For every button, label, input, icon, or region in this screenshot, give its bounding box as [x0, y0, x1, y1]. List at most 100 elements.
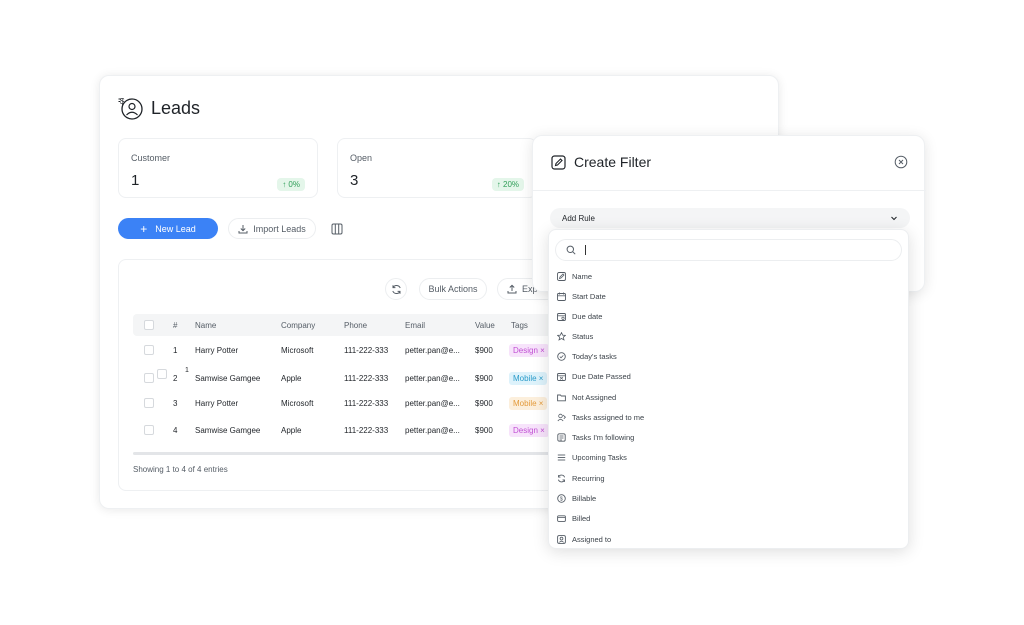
menu-item-tasks-following[interactable]: Tasks I'm following [557, 430, 634, 444]
menu-item-due-date[interactable]: Due date [557, 309, 602, 323]
row-name: Samwise Gamgee [195, 374, 261, 383]
calendar-passed-icon [557, 372, 566, 381]
table-header: # Name Company Phone Email Value Tags [133, 314, 553, 336]
menu-item-billed[interactable]: Billed [557, 511, 590, 525]
column-header: # [173, 321, 178, 330]
row-number: 4 [173, 426, 178, 435]
row-name: Harry Potter [195, 399, 239, 408]
menu-item-label: Due date [572, 311, 603, 321]
tag-badge[interactable]: Design × [509, 344, 549, 357]
filter-title: Create Filter [574, 154, 652, 170]
tag-badge[interactable]: Design × [509, 424, 549, 437]
stat-value: 1 [131, 172, 140, 189]
row-checkbox[interactable] [144, 425, 154, 435]
stat-change-badge: ↑ 20% [491, 178, 524, 191]
menu-item-label: Tasks assigned to me [572, 412, 645, 422]
text-caret [585, 245, 586, 255]
user-tag-icon [557, 413, 566, 421]
chevron-down-icon [891, 216, 897, 221]
dollar-icon: $ [557, 493, 566, 503]
menu-item-assigned-to[interactable]: Assigned to [557, 532, 611, 546]
calendar-due-icon [557, 312, 566, 321]
row-phone: 111-222-333 [344, 374, 389, 383]
column-header: Phone [344, 321, 368, 330]
stat-card-open[interactable]: Open 3 ↑ 20% [337, 138, 537, 198]
row-email: petter.pan@e... [405, 426, 460, 435]
column-header: Company [281, 321, 316, 330]
filter-header: Create Filter [551, 154, 651, 170]
menu-item-label: Recurring [572, 473, 605, 483]
row-phone: 111-222-333 [344, 346, 389, 355]
tag-badge[interactable]: Mobile × [509, 397, 548, 410]
menu-item-upcoming-tasks[interactable]: Upcoming Tasks [557, 450, 627, 464]
table-row[interactable]: 1 2 Samwise Gamgee Apple 111-222-333 pet… [133, 366, 553, 390]
search-icon [566, 245, 576, 255]
menu-item-tasks-assigned-to-me[interactable]: Tasks assigned to me [557, 410, 644, 424]
stat-label: Customer [131, 153, 171, 163]
import-leads-button[interactable]: Import Leads [228, 218, 316, 239]
rule-search-box[interactable] [555, 239, 902, 261]
row-email: petter.pan@e... [405, 399, 460, 408]
stat-value: 3 [350, 172, 359, 189]
row-name: Harry Potter [195, 346, 239, 355]
import-leads-label: Import Leads [253, 223, 306, 234]
menu-item-status[interactable]: Status [557, 329, 593, 343]
row-phone: 111-222-333 [344, 426, 389, 435]
add-rule-select[interactable]: Add Rule [550, 208, 910, 228]
menu-item-due-date-passed[interactable]: Due Date Passed [557, 369, 631, 383]
row-company: Microsoft [281, 399, 314, 408]
pagination-summary: Showing 1 to 4 of 4 entries [133, 465, 228, 474]
billed-icon [557, 514, 566, 522]
calendar-icon [557, 292, 566, 301]
table-row[interactable]: 1 Harry Potter Microsoft 111-222-333 pet… [133, 339, 553, 363]
row-name: Samwise Gamgee [195, 426, 261, 435]
menu-item-label: Upcoming Tasks [572, 452, 627, 462]
row-company: Apple [281, 374, 302, 383]
leads-header: $ Leads [118, 95, 200, 121]
menu-item-start-date[interactable]: Start Date [557, 289, 606, 303]
svg-text:$: $ [560, 496, 563, 502]
horizontal-scrollbar[interactable] [133, 452, 553, 455]
column-header: Tags [511, 321, 528, 330]
menu-item-label: Tasks I'm following [572, 432, 635, 442]
row-value: $900 [475, 346, 493, 355]
menu-item-label: Not Assigned [572, 392, 617, 402]
bulk-actions-button[interactable]: Bulk Actions [419, 278, 487, 300]
menu-item-label: Start Date [572, 291, 606, 301]
close-icon[interactable] [894, 155, 908, 169]
upload-icon [507, 284, 517, 294]
table-row[interactable]: 4 Samwise Gamgee Apple 111-222-333 pette… [133, 419, 553, 443]
row-company: Apple [281, 426, 302, 435]
stat-change-badge: ↑ 0% [277, 178, 305, 191]
menu-item-not-assigned[interactable]: Not Assigned [557, 390, 616, 404]
drag-checkbox[interactable] [157, 369, 167, 379]
select-all-checkbox[interactable] [144, 320, 154, 330]
refresh-button[interactable] [385, 278, 407, 300]
menu-item-billable[interactable]: $ Billable [557, 491, 596, 505]
rule-search-input[interactable] [595, 245, 895, 255]
menu-item-label: Billed [572, 513, 591, 523]
column-header: Name [195, 321, 217, 330]
menu-item-todays-tasks[interactable]: Today's tasks [557, 349, 617, 363]
kanban-icon [331, 223, 343, 235]
menu-item-label: Assigned to [572, 534, 612, 544]
row-checkbox[interactable] [144, 373, 154, 383]
row-checkbox[interactable] [144, 398, 154, 408]
row-number: 1 [173, 346, 178, 355]
plus-icon: + [140, 221, 148, 236]
row-checkbox[interactable] [144, 345, 154, 355]
today-icon [557, 351, 566, 361]
row-number: 2 [173, 374, 178, 383]
table-row[interactable]: 3 Harry Potter Microsoft 111-222-333 pet… [133, 392, 553, 416]
row-phone: 111-222-333 [344, 399, 389, 408]
kanban-view-button[interactable] [328, 220, 346, 238]
tag-badge[interactable]: Mobile × [509, 372, 548, 385]
add-rule-label: Add Rule [562, 213, 595, 223]
new-lead-button[interactable]: + New Lead [118, 218, 218, 239]
stat-card-customer[interactable]: Customer 1 ↑ 0% [118, 138, 318, 198]
column-header: Value [475, 321, 495, 330]
menu-item-recurring[interactable]: Recurring [557, 471, 605, 485]
menu-item-name[interactable]: Name [557, 269, 592, 283]
refresh-icon [391, 284, 401, 294]
assigned-icon [557, 534, 566, 544]
